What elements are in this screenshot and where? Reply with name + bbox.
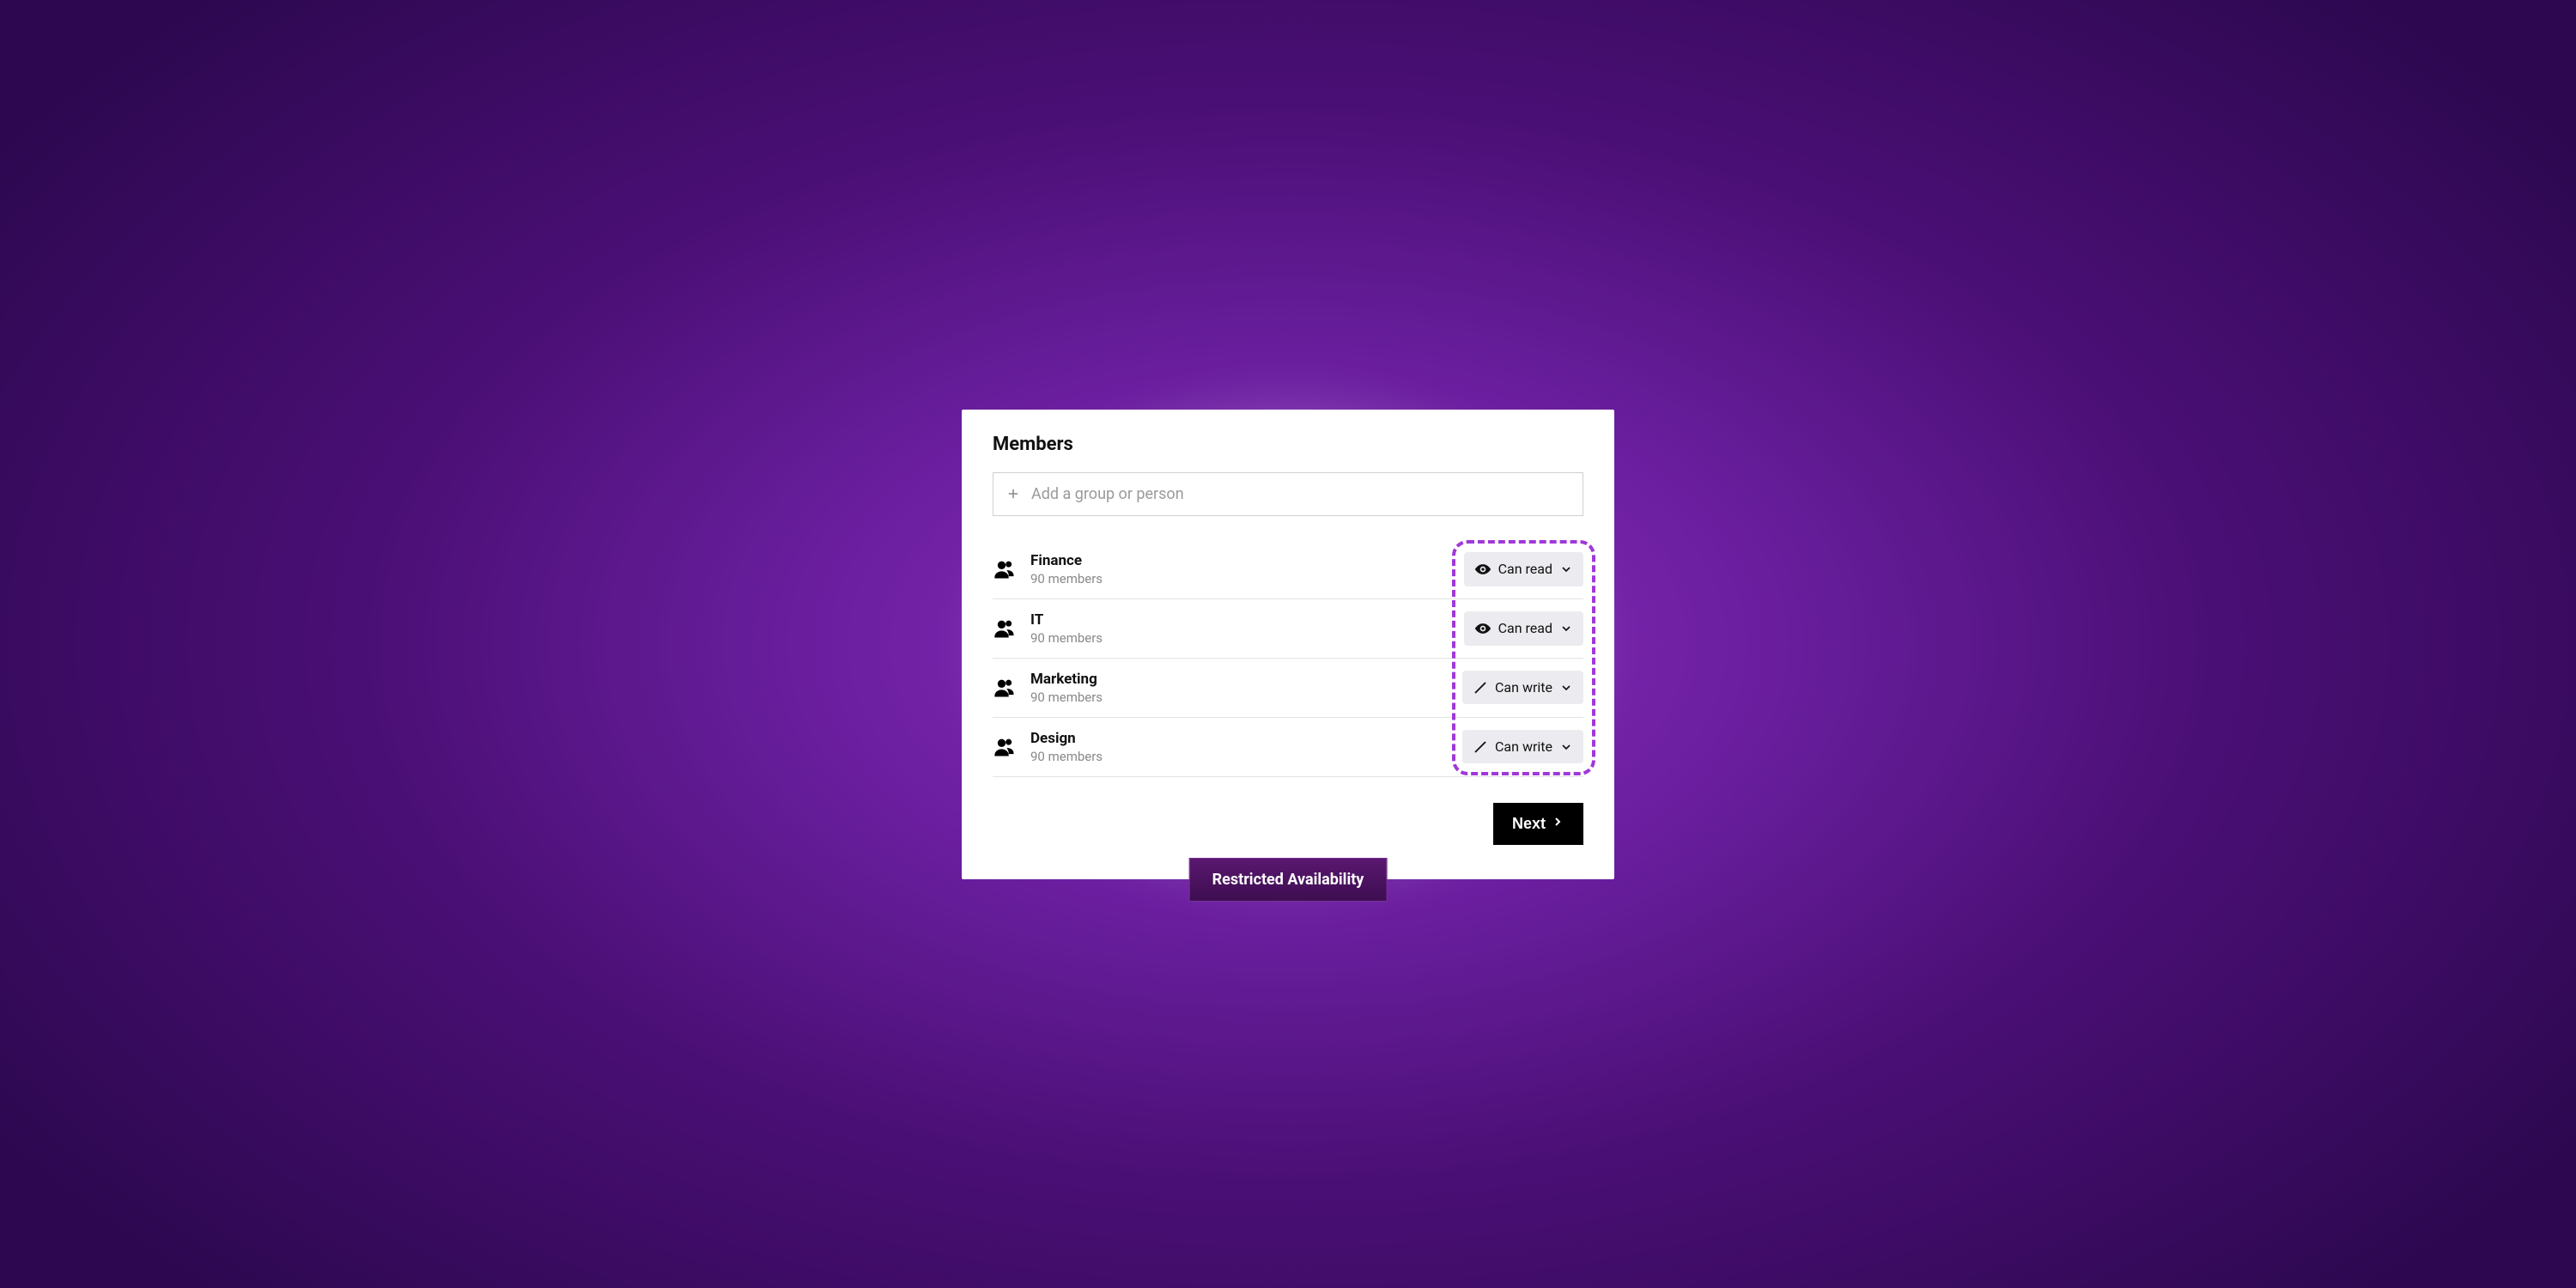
permission-dropdown[interactable]: Can write (1462, 671, 1583, 704)
chevron-down-icon (1559, 622, 1573, 635)
chevron-down-icon (1559, 562, 1573, 576)
permission-label: Can read (1498, 561, 1552, 577)
member-row: Design 90 members Can write (993, 718, 1583, 777)
next-button-label: Next (1512, 815, 1546, 833)
member-row: IT90 members Can read (993, 599, 1583, 659)
permission-dropdown[interactable]: Can write (1462, 730, 1583, 763)
group-icon (993, 676, 1017, 700)
plus-icon (1005, 486, 1021, 501)
permission-label: Can write (1495, 679, 1552, 696)
next-button[interactable]: Next (1493, 803, 1583, 845)
group-icon (993, 557, 1017, 581)
group-member-count: 90 members (1030, 630, 1103, 646)
member-row: Marketing 90 members Can write (993, 659, 1583, 718)
pencil-icon (1473, 739, 1488, 755)
restricted-availability-badge: Restricted Availability (1189, 858, 1388, 902)
panel-title: Members (993, 434, 1583, 455)
permission-label: Can write (1495, 738, 1552, 755)
eye-icon (1474, 561, 1492, 578)
eye-icon (1474, 620, 1492, 637)
chevron-right-icon (1551, 815, 1564, 833)
group-icon (993, 617, 1017, 641)
pencil-icon (1473, 680, 1488, 696)
add-member-placeholder: Add a group or person (1031, 485, 1184, 503)
chevron-down-icon (1559, 740, 1573, 754)
add-member-input[interactable]: Add a group or person (993, 472, 1583, 516)
permission-dropdown[interactable]: Can read (1464, 611, 1583, 646)
member-row: Finance 90 members Can read (993, 540, 1583, 599)
group-member-count: 90 members (1030, 690, 1103, 705)
group-name: Finance (1030, 552, 1103, 569)
members-card: Members Add a group or person Finance 90 … (962, 410, 1614, 879)
permission-label: Can read (1498, 620, 1552, 636)
group-member-count: 90 members (1030, 571, 1103, 586)
chevron-down-icon (1559, 681, 1573, 695)
group-name: IT (1030, 611, 1103, 629)
group-member-count: 90 members (1030, 749, 1103, 764)
group-icon (993, 735, 1017, 759)
permission-dropdown[interactable]: Can read (1464, 552, 1583, 586)
group-name: Marketing (1030, 671, 1103, 688)
group-name: Design (1030, 730, 1103, 747)
